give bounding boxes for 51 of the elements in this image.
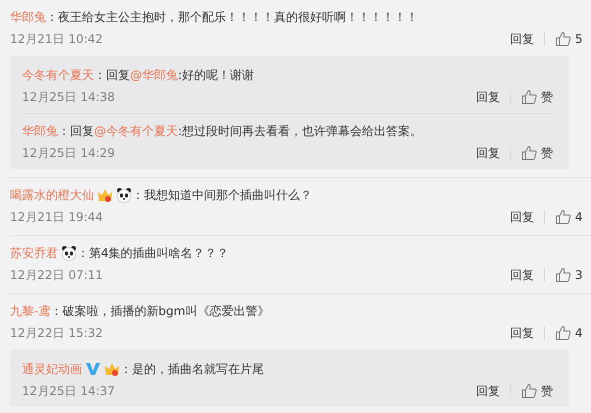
panda-icon — [61, 245, 77, 261]
user-name[interactable]: 华郎兔 — [10, 8, 46, 26]
like-label: 赞 — [541, 144, 553, 162]
reply-link[interactable]: 回复 — [476, 88, 500, 106]
reply-link[interactable]: 回复 — [510, 30, 534, 48]
comment-time: 12月21日 19:44 — [10, 208, 103, 226]
user-name[interactable]: 九黎-鸢 — [10, 302, 50, 320]
reply-link[interactable]: 回复 — [476, 382, 500, 400]
like-label: 赞 — [541, 382, 553, 400]
reply-link[interactable]: 回复 — [510, 324, 534, 342]
thumbs-up-icon[interactable] — [521, 383, 537, 399]
crown-icon — [97, 187, 113, 203]
comment-text: ：第4集的插曲叫啥名？？？ — [77, 244, 229, 262]
reply-prefix: ：回复 — [58, 122, 94, 140]
like-count: 4 — [575, 210, 583, 224]
user-name[interactable]: 通灵妃动画 — [22, 360, 82, 378]
thumbs-up-icon[interactable] — [555, 267, 571, 283]
reply-time: 12月25日 14:37 — [22, 382, 115, 400]
reply-text: ：是的，插曲名就写在片尾 — [120, 360, 264, 378]
comment-time: 12月22日 07:11 — [10, 266, 103, 284]
reply-time: 12月25日 14:38 — [22, 88, 115, 106]
thumbs-up-icon[interactable] — [521, 145, 537, 161]
comment-text: ：我想知道中间那个插曲叫什么？ — [132, 186, 312, 204]
like-count: 4 — [575, 326, 583, 340]
crown-icon — [104, 361, 120, 377]
user-name[interactable]: 苏安乔君 — [10, 244, 58, 262]
comment-time: 12月21日 10:42 — [10, 30, 103, 48]
comment-text: ：夜王给女主公主抱时，那个配乐！！！！真的很好听啊！！！！！！ — [46, 8, 418, 26]
user-name[interactable]: 华郎兔 — [22, 122, 58, 140]
reply-link[interactable]: 回复 — [476, 144, 500, 162]
like-count: 5 — [575, 32, 583, 46]
user-name[interactable]: 喝露水的橙大仙 — [10, 186, 94, 204]
panda-icon — [116, 187, 132, 203]
reply-text: :想过段时间再去看看，也许弹幕会给出答案。 — [178, 122, 422, 140]
comment-text: ：破案啦，插播的新bgm叫《恋爱出警》 — [50, 302, 270, 320]
user-name[interactable]: 今冬有个夏天 — [22, 66, 94, 84]
like-count: 3 — [575, 268, 583, 282]
thumbs-up-icon[interactable] — [555, 325, 571, 341]
verified-icon — [85, 361, 101, 377]
comment-time: 12月22日 15:32 — [10, 324, 103, 342]
like-label: 赞 — [541, 88, 553, 106]
reply-time: 12月25日 14:29 — [22, 144, 115, 162]
reply-prefix: ：回复 — [94, 66, 130, 84]
reply-text: :好的呢！谢谢 — [178, 66, 254, 84]
thumbs-up-icon[interactable] — [521, 89, 537, 105]
thumbs-up-icon[interactable] — [555, 31, 571, 47]
reply-link[interactable]: 回复 — [510, 266, 534, 284]
mention-link[interactable]: @华郎兔 — [130, 66, 178, 84]
reply-link[interactable]: 回复 — [510, 208, 534, 226]
mention-link[interactable]: @今冬有个夏天 — [94, 122, 178, 140]
thumbs-up-icon[interactable] — [555, 209, 571, 225]
